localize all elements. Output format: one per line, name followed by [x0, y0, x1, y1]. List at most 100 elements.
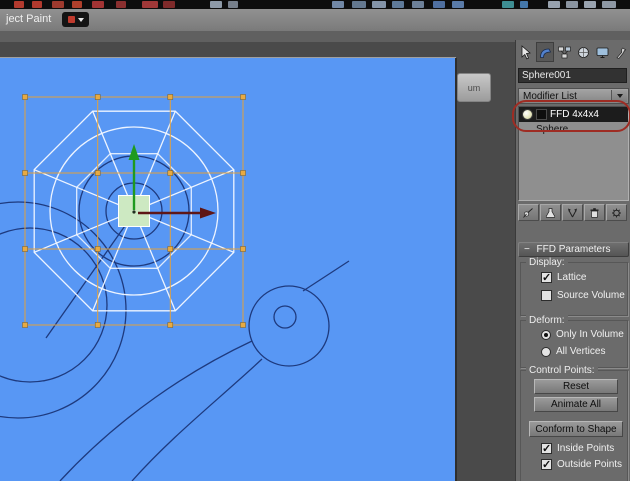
modifier-icon [536, 109, 547, 120]
show-end-result-button[interactable] [540, 204, 561, 221]
deform-group-label: Deform: [526, 315, 568, 326]
toolbar-icon[interactable] [52, 1, 64, 8]
checkbox-icon [541, 442, 552, 455]
remove-modifier-button[interactable] [584, 204, 605, 221]
toolbar-icon[interactable] [332, 1, 344, 8]
toolbar-icon[interactable] [72, 1, 82, 8]
toolbar-icon[interactable] [372, 1, 386, 8]
gizmo-center [132, 210, 136, 214]
chevron-down-icon[interactable] [611, 90, 627, 102]
toolbar-icon[interactable] [548, 1, 560, 8]
checkbox-outside-points[interactable]: Outside Points [541, 458, 622, 471]
stack-item-ffd[interactable]: FFD 4x4x4 [519, 107, 628, 122]
3dsmax-window: ject Paint um Sphere001 Modifier List FF… [0, 0, 630, 481]
stack-item-label: FFD 4x4x4 [550, 109, 599, 120]
toolbar-icon[interactable] [452, 1, 464, 8]
viewport-canvas [0, 94, 350, 481]
trash-icon [590, 207, 599, 218]
display-group: Display: Lattice Source Volume [520, 257, 628, 316]
collapse-icon [524, 244, 530, 255]
checkbox-source-volume[interactable]: Source Volume [541, 290, 625, 301]
display-group-label: Display: [526, 257, 568, 268]
wrench-icon [615, 47, 626, 59]
reset-button[interactable]: Reset [534, 379, 618, 394]
viewport[interactable] [0, 58, 457, 481]
object-paint-dropdown[interactable] [62, 12, 89, 27]
modifier-stack: FFD 4x4x4 Sphere [518, 106, 629, 201]
tab-display[interactable] [593, 42, 611, 62]
tab-utilities[interactable] [612, 42, 630, 62]
checkbox-lattice[interactable]: Lattice [541, 271, 587, 284]
arrow-cursor-icon [521, 44, 531, 59]
rollout-title: FFD Parameters [536, 244, 611, 255]
radio-icon [541, 346, 551, 357]
toolbar-icon[interactable] [163, 1, 175, 8]
toolbar-icon[interactable] [116, 1, 126, 8]
make-unique-icon [568, 208, 577, 217]
rollout-ffd-parameters[interactable]: FFD Parameters [518, 242, 629, 257]
tab-motion[interactable] [574, 42, 592, 62]
toolbar-icon[interactable] [210, 1, 222, 8]
paint-icon [67, 16, 75, 23]
toolbar-icon[interactable] [412, 1, 424, 8]
button-label: Conform to Shape [535, 423, 617, 435]
top-toolbar [0, 0, 630, 9]
button-label: Animate All [550, 399, 602, 410]
toolbar-icon[interactable] [584, 1, 596, 8]
pin-stack-button[interactable] [518, 204, 539, 221]
checkbox-label: Source Volume [557, 290, 625, 301]
display-monitor-icon [596, 47, 608, 58]
conform-to-shape-button[interactable]: Conform to Shape [529, 421, 623, 437]
modify-pipe-icon [539, 48, 551, 58]
chevron-down-icon [77, 17, 84, 22]
stack-toolbar [518, 204, 629, 222]
checkbox-label: Inside Points [557, 443, 615, 454]
toolbar-icon[interactable] [520, 1, 528, 8]
hierarchy-icon [557, 46, 571, 58]
toolbar-icon[interactable] [228, 1, 238, 8]
background-object-wireframe [0, 155, 350, 481]
checkbox-icon [541, 458, 552, 471]
stack-item-sphere[interactable]: Sphere [519, 122, 628, 137]
button-label: Reset [562, 381, 590, 392]
animate-all-button[interactable]: Animate All [534, 397, 618, 412]
toolbar-icon[interactable] [392, 1, 404, 8]
toolbar-icon[interactable] [142, 1, 158, 8]
radio-label: Only In Volume [556, 329, 624, 340]
tab-modify[interactable] [536, 42, 554, 62]
radio-icon [541, 329, 551, 340]
toolbar-icon[interactable] [602, 1, 616, 8]
checkbox-label: Lattice [557, 272, 587, 283]
modifier-enabled-bulb-icon[interactable] [522, 109, 533, 120]
tab-create[interactable] [517, 42, 535, 62]
flask-icon [545, 207, 556, 218]
toolbar-icon[interactable] [92, 1, 104, 8]
configure-modifier-sets-button[interactable] [606, 204, 627, 221]
toolbar-icon[interactable] [502, 1, 514, 8]
deform-group: Deform: Only In Volume All Vertices [520, 315, 628, 368]
checkbox-icon [541, 271, 552, 284]
make-unique-button[interactable] [562, 204, 583, 221]
control-points-group-label: Control Points: [526, 365, 598, 376]
motion-wheel-icon [577, 46, 589, 58]
stack-item-label: Sphere [536, 124, 569, 135]
radio-only-in-volume[interactable]: Only In Volume [541, 329, 624, 340]
toolbar-icon[interactable] [14, 1, 24, 8]
tab-object-paint[interactable]: ject Paint [6, 13, 51, 25]
toolbar-icon[interactable] [32, 1, 42, 8]
radio-all-vertices[interactable]: All Vertices [541, 346, 605, 357]
viewport-widget-label: um [467, 82, 481, 93]
viewport-widget[interactable]: um [457, 73, 491, 102]
toolbar-icon[interactable] [433, 1, 445, 8]
object-name-field[interactable] [518, 68, 627, 83]
modifier-list-dropdown[interactable]: Modifier List [518, 88, 629, 104]
toolbar-icon[interactable] [566, 1, 578, 8]
tab-hierarchy[interactable] [555, 42, 573, 62]
control-points-group: Control Points: Reset Animate All Confor… [520, 365, 628, 481]
toolbar-icon[interactable] [352, 1, 366, 8]
pin-icon [523, 207, 533, 218]
checkbox-inside-points[interactable]: Inside Points [541, 442, 615, 455]
command-panel-tabs [517, 42, 630, 63]
ribbon-bar: ject Paint [0, 9, 630, 32]
command-panel: Modifier List FFD 4x4x4 Sphere [515, 40, 630, 481]
